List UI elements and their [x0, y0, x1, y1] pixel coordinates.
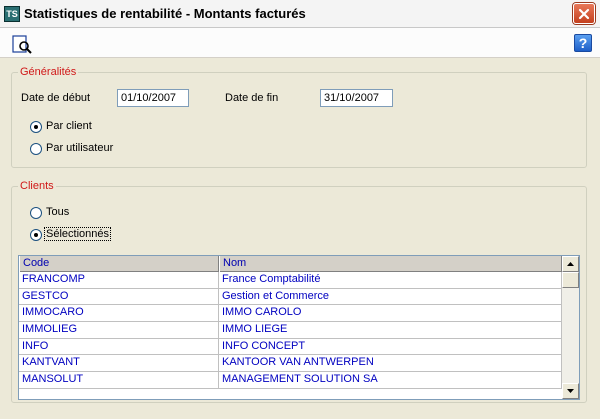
cell-nom: France Comptabilité	[219, 272, 562, 288]
table-body: FRANCOMP France Comptabilité GESTCO Gest…	[19, 272, 562, 389]
cell-nom: IMMO CAROLO	[219, 305, 562, 322]
radio-tous-label[interactable]: Tous	[46, 206, 69, 218]
close-button[interactable]	[573, 3, 595, 24]
cell-code: INFO	[19, 338, 219, 355]
date-fin-label: Date de fin	[225, 92, 279, 104]
title-bar: TS Statistiques de rentabilité - Montant…	[0, 0, 600, 28]
column-header-code[interactable]: Code	[19, 256, 219, 272]
column-header-nom[interactable]: Nom	[219, 256, 562, 272]
arrow-up-icon	[567, 262, 574, 266]
table-row[interactable]: KANTVANT KANTOOR VAN ANTWERPEN	[19, 355, 562, 373]
cell-code: FRANCOMP	[19, 272, 219, 288]
help-button[interactable]: ?	[574, 34, 592, 52]
cell-nom: MANAGEMENT SOLUTION SA	[219, 372, 562, 388]
cell-nom: Gestion et Commerce	[219, 288, 562, 305]
preview-search-icon	[12, 35, 32, 54]
date-fin-input[interactable]: 31/10/2007	[320, 89, 393, 107]
scroll-thumb[interactable]	[562, 272, 579, 288]
preview-button[interactable]	[12, 35, 34, 55]
table-header: Code Nom	[19, 256, 562, 272]
cell-nom: KANTOOR VAN ANTWERPEN	[219, 355, 562, 372]
cell-nom: INFO CONCEPT	[219, 338, 562, 355]
vertical-scrollbar[interactable]	[562, 256, 579, 399]
generalites-legend: Généralités	[20, 66, 77, 78]
arrow-down-icon	[567, 389, 574, 393]
table-row[interactable]: FRANCOMP France Comptabilité	[19, 272, 562, 289]
clients-legend: Clients	[20, 180, 54, 192]
cell-code: KANTVANT	[19, 355, 219, 372]
cell-code: MANSOLUT	[19, 372, 219, 388]
radio-selectionnes[interactable]	[30, 229, 42, 241]
radio-tous[interactable]	[30, 207, 42, 219]
window-title: Statistiques de rentabilité - Montants f…	[24, 6, 306, 21]
radio-par-utilisateur-label[interactable]: Par utilisateur	[46, 142, 113, 154]
cell-code: IMMOLIEG	[19, 322, 219, 338]
cell-code: IMMOCARO	[19, 305, 219, 322]
radio-par-client[interactable]	[30, 121, 42, 133]
table-row[interactable]: GESTCO Gestion et Commerce	[19, 288, 562, 306]
table-row[interactable]: IMMOLIEG IMMO LIEGE	[19, 322, 562, 339]
radio-par-client-label[interactable]: Par client	[46, 120, 92, 132]
table-row[interactable]: INFO INFO CONCEPT	[19, 338, 562, 356]
toolbar	[0, 28, 600, 58]
scroll-up-button[interactable]	[562, 256, 579, 272]
clients-table: Code Nom FRANCOMP France Comptabilité GE…	[18, 255, 580, 400]
app-icon: TS	[4, 6, 20, 22]
close-icon	[578, 8, 590, 19]
date-debut-label: Date de début	[21, 92, 91, 104]
table-row[interactable]: IMMOCARO IMMO CAROLO	[19, 305, 562, 323]
cell-nom: IMMO LIEGE	[219, 322, 562, 338]
radio-par-utilisateur[interactable]	[30, 143, 42, 155]
table-row[interactable]: MANSOLUT MANAGEMENT SOLUTION SA	[19, 372, 562, 389]
cell-code: GESTCO	[19, 288, 219, 305]
scroll-down-button[interactable]	[562, 383, 579, 399]
radio-selectionnes-label[interactable]: Sélectionnés	[44, 227, 111, 241]
date-debut-input[interactable]: 01/10/2007	[117, 89, 189, 107]
